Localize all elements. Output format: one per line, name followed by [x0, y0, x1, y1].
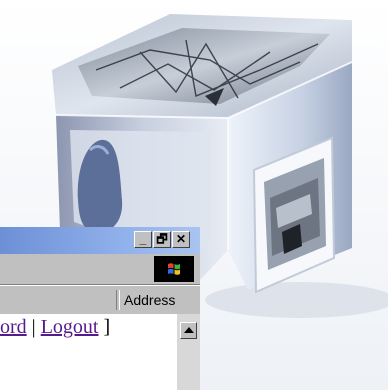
nav-links: ord | Logout ]	[0, 316, 110, 339]
scroll-up-button[interactable]	[180, 322, 197, 339]
link-separator: |	[31, 316, 36, 338]
menu-bar	[0, 254, 200, 285]
restore-button[interactable]: 🗗	[153, 231, 171, 248]
minimize-button[interactable]: _	[134, 231, 152, 248]
toolbar-separator	[116, 290, 120, 310]
close-button[interactable]: ✕	[172, 231, 190, 248]
logout-link[interactable]: Logout	[41, 316, 99, 338]
password-link[interactable]: ord	[0, 316, 27, 338]
address-label: Address	[124, 292, 176, 308]
closing-bracket: ]	[103, 316, 111, 338]
address-toolbar: Address	[0, 285, 200, 315]
page-content: ord | Logout ]	[0, 314, 177, 390]
windows-logo-icon	[168, 263, 180, 275]
vertical-scrollbar[interactable]	[177, 314, 200, 390]
browser-throbber	[154, 256, 194, 282]
browser-window: _ 🗗 ✕ Address ord | Logout ]	[0, 227, 200, 390]
window-titlebar[interactable]: _ 🗗 ✕	[0, 227, 200, 254]
